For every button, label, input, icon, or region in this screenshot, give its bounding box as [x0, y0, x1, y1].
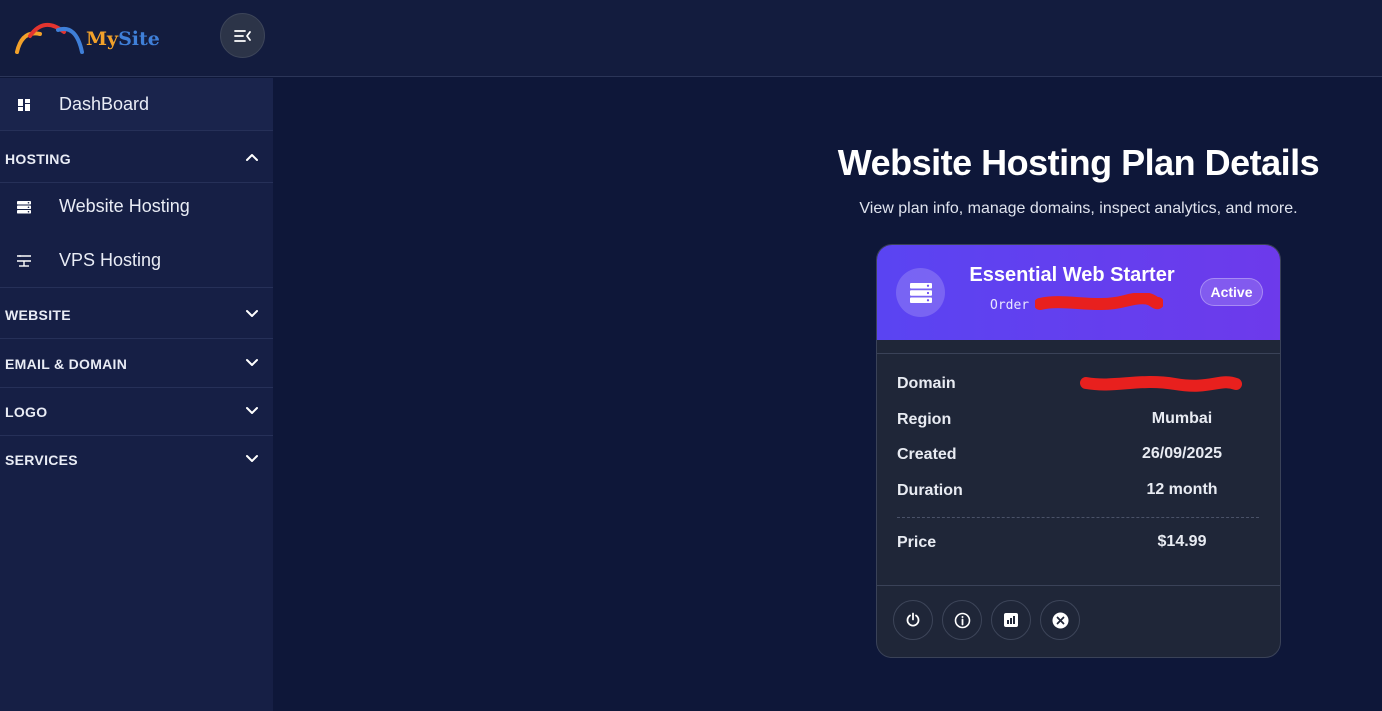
detail-key: Region: [897, 411, 952, 428]
collapse-menu-icon: [233, 29, 251, 42]
rainbow-logo-icon: [15, 23, 84, 54]
analytics-button[interactable]: [991, 600, 1031, 640]
detail-key: Duration: [897, 482, 963, 499]
sidebar-section-logo[interactable]: LOGO: [0, 388, 273, 436]
power-button[interactable]: [893, 600, 933, 640]
site-logo[interactable]: MySite: [14, 18, 160, 58]
cancel-icon: [1052, 612, 1068, 628]
chevron-up-icon: [246, 154, 258, 161]
sidebar-section-hosting[interactable]: HOSTING: [0, 135, 273, 183]
detail-row-price: Price $14.99: [897, 531, 1259, 555]
brand-name: MySite: [86, 28, 160, 50]
page-title: Website Hosting Plan Details: [837, 142, 1320, 183]
plan-avatar: [896, 268, 945, 317]
chevron-down-icon: [246, 359, 258, 366]
detail-value: Mumbai: [1151, 410, 1213, 427]
brand-name-part1: My: [86, 28, 119, 50]
sidebar-section-services[interactable]: SERVICES: [0, 436, 273, 484]
info-button[interactable]: [942, 600, 982, 640]
sidebar-item-label: DashBoard: [59, 93, 150, 114]
chevron-down-icon: [246, 310, 258, 317]
sidebar-item-dashboard[interactable]: DashBoard: [0, 78, 273, 131]
redaction-mark-domain: [1080, 376, 1242, 392]
chevron-down-icon: [246, 407, 258, 414]
divider: [877, 585, 1280, 586]
section-label: EMAIL & DOMAIN: [5, 355, 128, 372]
detail-key: Price: [897, 534, 937, 551]
detail-row-duration: Duration 12 month: [897, 479, 1259, 503]
plan-name: Essential Web Starter: [969, 264, 1175, 286]
sidebar-section-email-domain[interactable]: EMAIL & DOMAIN: [0, 340, 273, 388]
vps-icon: [17, 255, 31, 267]
brand-name-part2: Site: [118, 28, 160, 50]
detail-value: 12 month: [1146, 481, 1218, 498]
sidebar-item-vps-hosting[interactable]: VPS Hosting: [0, 234, 273, 286]
sidebar-toggle-button[interactable]: [220, 13, 265, 58]
page-subtitle: View plan info, manage domains, inspect …: [859, 200, 1298, 217]
server-icon: [909, 282, 932, 303]
redaction-mark-order: [1035, 293, 1163, 311]
divider: [0, 287, 273, 288]
cancel-button[interactable]: [1040, 600, 1080, 640]
detail-key: Domain: [897, 375, 956, 392]
top-bar: MySite: [0, 0, 1382, 77]
sidebar-item-label: VPS Hosting: [59, 249, 162, 270]
sidebar: DashBoard HOSTING Website Hosting VPS Ho…: [0, 78, 273, 711]
section-label: WEBSITE: [5, 306, 71, 323]
server-icon: [17, 201, 31, 214]
power-icon: [906, 612, 920, 627]
sidebar-item-label: Website Hosting: [59, 195, 190, 216]
divider: [877, 353, 1280, 354]
plan-card: Essential Web Starter Order Active Domai…: [876, 244, 1281, 658]
detail-row-region: Region Mumbai: [897, 408, 1259, 432]
dashed-divider: [897, 517, 1259, 518]
dashboard-icon: [18, 99, 30, 111]
analytics-icon: [1004, 613, 1018, 627]
plan-card-header: Essential Web Starter Order Active: [877, 245, 1280, 340]
section-label: LOGO: [5, 403, 48, 420]
chevron-down-icon: [246, 455, 258, 462]
section-label: HOSTING: [5, 150, 71, 167]
price-value: $14.99: [1157, 533, 1207, 550]
status-badge: Active: [1200, 278, 1263, 306]
detail-row-created: Created 26/09/2025: [897, 443, 1259, 467]
order-label: Order: [990, 298, 1030, 313]
detail-value: 26/09/2025: [1141, 445, 1223, 462]
sidebar-section-website[interactable]: WEBSITE: [0, 291, 273, 339]
info-icon: [954, 612, 970, 628]
sidebar-item-website-hosting[interactable]: Website Hosting: [0, 180, 273, 232]
detail-key: Created: [897, 446, 957, 463]
section-label: SERVICES: [5, 452, 78, 468]
